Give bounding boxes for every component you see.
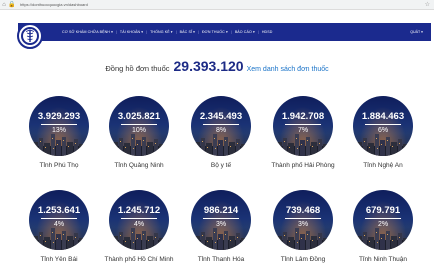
divider (121, 124, 157, 125)
percent-share: 7% (297, 127, 309, 134)
percent-share: 13% (51, 127, 66, 134)
province-name: Tỉnh Lâm Đồng (280, 256, 326, 263)
nav-item[interactable]: THỐNG KÊ ▾ (150, 30, 173, 34)
user-menu[interactable]: QUẢT ▾ (410, 23, 423, 41)
divider (41, 124, 77, 125)
prescription-count: 1.245.712 (117, 205, 161, 216)
divider (203, 218, 239, 219)
percent-share: 2% (377, 221, 389, 228)
province-name: Tỉnh Phú Thọ (39, 162, 79, 169)
lock-icon: 🔒 (8, 1, 16, 8)
home-icon[interactable]: ⌂ (0, 0, 8, 10)
province-name: Thành phố Hồ Chí Minh (104, 256, 174, 263)
stat-circle[interactable]: 1.245.712 4% (109, 190, 169, 250)
province-stat-card[interactable]: 3.929.293 13% Tỉnh Phú Thọ (24, 96, 94, 186)
view-prescriptions-link[interactable]: Xem danh sách đơn thuốc (247, 66, 329, 73)
prescription-count: 2.345.493 (199, 111, 243, 122)
province-stat-card[interactable]: 1.942.708 7% Thành phố Hải Phòng (268, 96, 338, 186)
province-stat-card[interactable]: 3.025.821 10% Tỉnh Quảng Ninh (104, 96, 174, 186)
divider (203, 124, 239, 125)
counter-value: 29.393.120 (173, 58, 244, 74)
divider (121, 218, 157, 219)
province-name: Tỉnh Nghệ An (363, 162, 403, 169)
province-name: Tỉnh Ninh Thuận (359, 256, 407, 263)
percent-share: 3% (297, 221, 309, 228)
divider (41, 218, 77, 219)
stat-circle[interactable]: 3.025.821 10% (109, 96, 169, 156)
nav-separator: | (115, 30, 117, 34)
nav-separator: | (198, 30, 199, 34)
counter-label: Đồng hồ đơn thuốc (105, 64, 170, 73)
percent-share: 8% (215, 127, 227, 134)
stat-circle[interactable]: 679.791 2% (353, 190, 413, 250)
nav-item[interactable]: BÁO CÁO ▾ (235, 30, 255, 34)
province-name: Tỉnh Thanh Hóa (197, 256, 245, 263)
browser-address-bar: ⌂ 🔒 https://donthuocquocgia.vn/dashboard… (0, 0, 434, 10)
prescription-count: 1.942.708 (281, 111, 325, 122)
prescription-count: 986.214 (203, 205, 239, 216)
nav-item[interactable]: ĐƠN THUỐC ▾ (202, 30, 228, 34)
caduceus-icon (21, 27, 39, 45)
province-stat-card[interactable]: 679.791 2% Tỉnh Ninh Thuận (348, 190, 418, 280)
province-name: Tỉnh Quảng Ninh (114, 162, 164, 169)
stat-circle[interactable]: 3.929.293 13% (29, 96, 89, 156)
stat-circle[interactable]: 1.942.708 7% (273, 96, 333, 156)
prescription-count: 1.253.641 (37, 205, 81, 216)
province-stat-card[interactable]: 1.253.641 4% Tỉnh Yên Bái (24, 190, 94, 280)
province-stat-card[interactable]: 986.214 3% Tỉnh Thanh Hóa (186, 190, 256, 280)
province-stat-card[interactable]: 2.345.493 8% Bộ y tế (186, 96, 256, 186)
stat-circle[interactable]: 2.345.493 8% (191, 96, 251, 156)
province-name: Bộ y tế (210, 162, 232, 169)
percent-share: 3% (215, 221, 227, 228)
nav-item[interactable]: CƠ SỞ KHÁM CHỮA BỆNH ▾ (62, 30, 113, 34)
nav-separator: | (175, 30, 177, 34)
percent-share: 4% (53, 221, 65, 228)
nav-item[interactable]: HDSD (262, 30, 273, 34)
stat-circle[interactable]: 986.214 3% (191, 190, 251, 250)
stat-circle[interactable]: 1.253.641 4% (29, 190, 89, 250)
prescription-count: 679.791 (365, 205, 401, 216)
nav-separator: | (257, 30, 259, 34)
nav-item[interactable]: TÀI KHOẢN ▾ (120, 30, 143, 34)
nav-item[interactable]: BÁC SĨ ▾ (180, 30, 195, 34)
stat-circle[interactable]: 1.884.463 6% (353, 96, 413, 156)
divider (285, 124, 321, 125)
province-stat-card[interactable]: 739.468 3% Tỉnh Lâm Đồng (268, 190, 338, 280)
ministry-logo[interactable] (17, 23, 43, 49)
nav-separator: | (230, 30, 232, 34)
percent-share: 4% (133, 221, 145, 228)
percent-share: 6% (377, 127, 389, 134)
nav-separator: | (146, 30, 148, 34)
stat-circle[interactable]: 739.468 3% (273, 190, 333, 250)
percent-share: 10% (131, 127, 146, 134)
divider (285, 218, 321, 219)
province-name: Thành phố Hải Phòng (271, 162, 335, 169)
prescription-count: 1.884.463 (361, 111, 405, 122)
main-nav: CƠ SỞ KHÁM CHỮA BỆNH ▾ | TÀI KHOẢN ▾ | THỐNG… (18, 23, 431, 41)
province-stat-card[interactable]: 1.884.463 6% Tỉnh Nghệ An (348, 96, 418, 186)
divider (365, 124, 401, 125)
divider (365, 218, 401, 219)
province-name: Tỉnh Yên Bái (40, 256, 78, 263)
prescription-count: 3.025.821 (117, 111, 161, 122)
bookmark-star-icon[interactable]: ☆ (425, 0, 430, 10)
province-stat-card[interactable]: 1.245.712 4% Thành phố Hồ Chí Minh (104, 190, 174, 280)
url-text[interactable]: https://donthuocquocgia.vn/dashboard (20, 2, 88, 7)
site-header: CƠ SỞ KHÁM CHỮA BỆNH ▾ | TÀI KHOẢN ▾ | THỐNG… (0, 10, 434, 49)
prescription-counter: Đồng hồ đơn thuốc 29.393.120 Xem danh sá… (0, 58, 434, 78)
prescription-count: 3.929.293 (37, 111, 81, 122)
prescription-count: 739.468 (285, 205, 321, 216)
